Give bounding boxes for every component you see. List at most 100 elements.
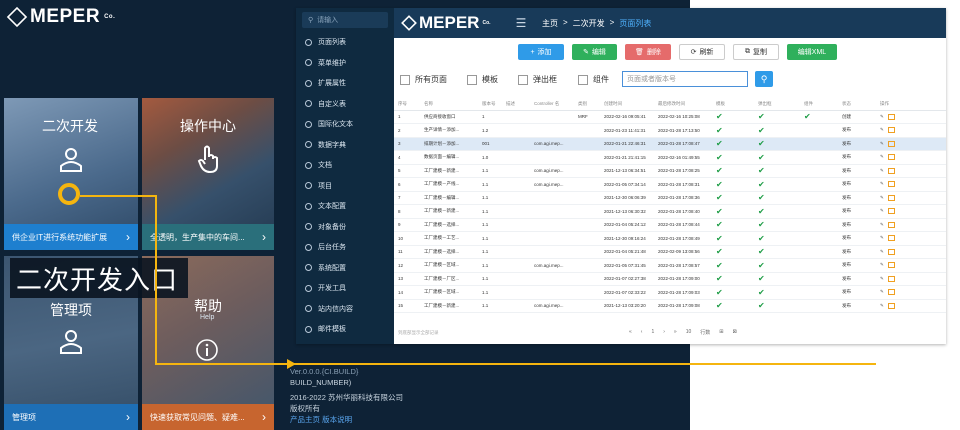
pencil-icon[interactable]: ✎: [880, 235, 884, 240]
row-actions[interactable]: ✎: [876, 191, 946, 205]
table-row[interactable]: 12 工厂建模－区域... 1.1 com.agi.mep... 2022-01-05 …: [394, 258, 946, 273]
preview-icon[interactable]: [887, 181, 895, 188]
table-row[interactable]: 15 工厂建模－新建... 1.1 com.agi.mep... 2021-12-13 …: [394, 299, 946, 313]
row-actions[interactable]: ✎: [876, 177, 946, 192]
sidebar-item[interactable]: 项目: [296, 176, 394, 197]
pencil-icon[interactable]: ✎: [880, 127, 884, 132]
column-header[interactable]: 操作: [876, 98, 946, 111]
checkbox[interactable]: [518, 74, 528, 85]
row-actions[interactable]: ✎: [876, 123, 946, 138]
sidebar-item[interactable]: 文本配置: [296, 196, 394, 217]
pager-control[interactable]: «: [629, 329, 632, 336]
table-row[interactable]: 7 工厂建模－编辑... 1.1 2021-12-30 06:06:39 2022-01…: [394, 191, 946, 205]
checkbox[interactable]: [467, 74, 477, 85]
pager-control[interactable]: ⊠: [732, 329, 736, 336]
table-row[interactable]: 2 生产详情－添加... 1.2 2022-01-23 11:41:31 2022-01…: [394, 123, 946, 138]
pencil-icon[interactable]: ✎: [880, 222, 884, 227]
edit-xml-button[interactable]: 编辑XML: [787, 44, 837, 60]
row-actions[interactable]: ✎: [876, 258, 946, 273]
search-icon[interactable]: ⚲: [755, 71, 773, 87]
pager-control[interactable]: »: [674, 329, 677, 336]
column-header[interactable]: 名称: [420, 98, 478, 111]
checkbox[interactable]: [400, 74, 410, 85]
filter-all-pages[interactable]: 所有页面: [400, 74, 447, 85]
sidebar-item[interactable]: 系统配置: [296, 258, 394, 279]
pager-control[interactable]: 1: [651, 329, 654, 336]
tile-secondary-development[interactable]: 二次开发 供企业IT进行系统功能扩展 ›: [4, 98, 138, 250]
row-actions[interactable]: ✎: [876, 272, 946, 286]
filter-popup[interactable]: 弹出框: [518, 74, 557, 85]
column-header[interactable]: 描述: [502, 98, 530, 111]
sidebar-item[interactable]: 扩展属性: [296, 73, 394, 94]
table-row[interactable]: 11 工厂建模－选择... 1.1 2022-01-04 05:21:48 2022-0…: [394, 245, 946, 259]
pencil-icon[interactable]: ✎: [880, 168, 884, 173]
table-row[interactable]: 1 供应商接收窗口 1 MRF 2022-02-16 09:05:41 2022-02-1…: [394, 110, 946, 124]
column-header[interactable]: 版本号: [478, 98, 502, 111]
row-actions[interactable]: ✎: [876, 110, 946, 124]
table-row[interactable]: 8 工厂建模－新建... 1.1 2021-12-13 06:30:32 2022-01…: [394, 204, 946, 219]
copy-button[interactable]: ⧉ 复制: [733, 44, 779, 60]
pager-control[interactable]: ⊞: [719, 329, 723, 336]
preview-icon[interactable]: [887, 235, 895, 242]
tile-bar[interactable]: 快速获取常见问题、疑难... ›: [142, 404, 274, 430]
preview-icon[interactable]: [887, 167, 895, 174]
menu-toggle-icon[interactable]: ☰: [506, 16, 536, 30]
sidebar-item[interactable]: 邮件模板: [296, 319, 394, 340]
row-actions[interactable]: ✎: [876, 204, 946, 219]
table-row[interactable]: 13 工厂建模－厂区... 1.1 2022-01-07 02:27:38 2022-0…: [394, 272, 946, 286]
column-header[interactable]: 序号: [394, 98, 420, 111]
row-actions[interactable]: ✎: [876, 150, 946, 165]
sidebar-search[interactable]: ⚲ 请输入: [302, 12, 388, 28]
preview-icon[interactable]: [887, 208, 895, 215]
table-row[interactable]: 14 工厂建模－区域... 1.1 2022-01-07 02:33:22 2022-0…: [394, 285, 946, 300]
tile-bar[interactable]: 管理项 ›: [4, 404, 138, 430]
column-header[interactable]: Controller 名: [530, 98, 574, 111]
column-header[interactable]: 组件: [800, 98, 838, 111]
sidebar-item[interactable]: 开发工具: [296, 278, 394, 299]
preview-icon[interactable]: [887, 154, 895, 161]
preview-icon[interactable]: [887, 262, 895, 269]
sidebar-item[interactable]: 站内信内容: [296, 299, 394, 320]
row-actions[interactable]: ✎: [876, 231, 946, 246]
pencil-icon[interactable]: ✎: [880, 181, 884, 186]
preview-icon[interactable]: [887, 127, 895, 134]
column-header[interactable]: 模板: [712, 98, 754, 111]
pencil-icon[interactable]: ✎: [880, 249, 884, 254]
sidebar-item[interactable]: 数据字典: [296, 135, 394, 156]
column-header[interactable]: 创建时间: [600, 98, 654, 111]
filter-template[interactable]: 模板: [467, 74, 498, 85]
row-actions[interactable]: ✎: [876, 218, 946, 232]
preview-icon[interactable]: [887, 113, 895, 120]
pager-control[interactable]: ‹: [641, 329, 643, 336]
add-button[interactable]: + 添加: [518, 44, 564, 60]
row-actions[interactable]: ✎: [876, 245, 946, 259]
column-header[interactable]: 类别: [574, 98, 600, 111]
pager-control[interactable]: ›: [663, 329, 665, 336]
table-row[interactable]: 9 工厂建模－选择... 1.1 2022-01-04 05:24:12 2022-01…: [394, 218, 946, 232]
tile-bar[interactable]: 供企业IT进行系统功能扩展 ›: [4, 224, 138, 250]
sidebar-item[interactable]: 对象备份: [296, 217, 394, 238]
pencil-icon[interactable]: ✎: [880, 195, 884, 200]
row-actions[interactable]: ✎: [876, 164, 946, 178]
release-notes-link[interactable]: 版本说明: [322, 415, 352, 424]
row-actions[interactable]: ✎: [876, 285, 946, 300]
tile-bar[interactable]: 全透明，生产集中的车间... ›: [142, 224, 274, 250]
pencil-icon[interactable]: ✎: [880, 154, 884, 159]
filter-component[interactable]: 组件: [578, 74, 609, 85]
table-row[interactable]: 4 数据页面－编辑... 1.0 2022-01-21 21:41:15 2022-02…: [394, 150, 946, 165]
pager-control[interactable]: 行数: [700, 329, 710, 336]
sidebar-item[interactable]: 国际化文本: [296, 114, 394, 135]
table-row[interactable]: 6 工厂建模－产线... 1.1 com.agi.mep... 2022-01-05 0…: [394, 177, 946, 192]
row-actions[interactable]: ✎: [876, 299, 946, 313]
delete-button[interactable]: 🗑 删除: [625, 44, 671, 60]
breadcrumb-secondary-dev[interactable]: 二次开发: [573, 18, 605, 29]
tile-operation-center[interactable]: 操作中心 全透明，生产集中的车间... ›: [142, 98, 274, 250]
sidebar-item[interactable]: 文档: [296, 155, 394, 176]
sidebar-item[interactable]: 页面列表: [296, 32, 394, 53]
preview-icon[interactable]: [887, 289, 895, 296]
table-row[interactable]: 10 工厂建模－工艺... 1.1 2021-12-30 09:16:24 2022-0…: [394, 231, 946, 246]
sidebar-item[interactable]: 后台任务: [296, 237, 394, 258]
pager-control[interactable]: 10: [686, 329, 692, 336]
table-row[interactable]: 5 工厂建模－新建... 1.1 com.agi.mep... 2021-12-13 0…: [394, 164, 946, 178]
checkbox[interactable]: [578, 74, 588, 85]
